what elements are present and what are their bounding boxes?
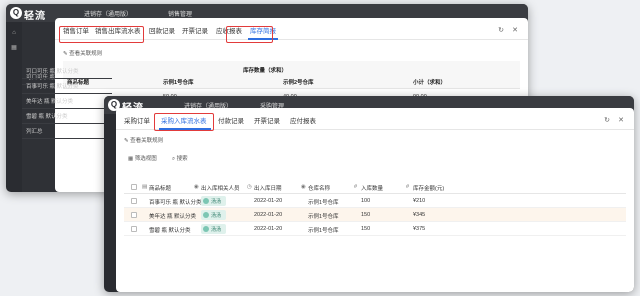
amount-cell: ¥375 <box>413 226 426 232</box>
close-icon[interactable]: ✕ <box>512 26 518 34</box>
person-tag: 汤汤 <box>201 196 226 206</box>
column-header[interactable]: 库存金额(元) <box>413 184 444 192</box>
subtotal-header: 小计（求和） <box>413 80 447 86</box>
member-field-icon: ◉ <box>194 184 199 190</box>
brand-name: 轻流 <box>24 11 46 22</box>
row-checkbox[interactable] <box>131 226 137 232</box>
warehouse-cell: 示例1号仓库 <box>308 200 339 206</box>
select-all-checkbox[interactable] <box>131 184 137 190</box>
sidebar: ⌂ ▦ <box>6 22 22 192</box>
highlight-box <box>59 26 144 43</box>
view-rules-label: 查看关联规则 <box>130 138 164 144</box>
product-cell: 美年达 瓶 默认分类 <box>149 214 197 220</box>
row-checkbox[interactable] <box>131 212 137 218</box>
column-header[interactable]: 商品标题 <box>149 184 171 192</box>
pivot-row: 可口可乐 瓶 默认分类 <box>22 64 112 79</box>
refresh-icon[interactable]: ↻ <box>498 26 504 34</box>
column-header[interactable]: 出入库相关人员 <box>201 184 240 192</box>
quantity-cell: 150 <box>361 212 371 218</box>
warehouse-cell: 示例1号仓库 <box>308 228 339 234</box>
pivot-row: 百事可乐 瓶 默认分类 <box>22 79 112 94</box>
pivot-rows: 可口可乐 瓶 默认分类 百事可乐 瓶 默认分类 美年达 瓶 默认分类 雪碧 瓶 … <box>22 64 112 192</box>
tab-payment-records[interactable]: 回款记录 <box>149 25 175 35</box>
highlight-box <box>154 113 214 131</box>
tab-payment-records[interactable]: 付款记录 <box>218 115 244 125</box>
view-rules-label: 查看关联规则 <box>69 51 103 57</box>
date-cell: 2022-01-20 <box>254 212 283 218</box>
column-header[interactable]: 出入库日期 <box>254 184 282 192</box>
app-logo-icon: Q <box>10 7 22 19</box>
tab-payables[interactable]: 应付报表 <box>290 115 316 125</box>
group-header: 库存数量（求和） <box>243 68 288 74</box>
tab-invoice-records[interactable]: 开票记录 <box>254 115 280 125</box>
warehouse-cell: 示例1号仓库 <box>308 214 339 220</box>
pivot-row: 列汇总 <box>22 124 112 139</box>
filter-view-button[interactable]: ▦ 筛选视图 <box>128 154 157 162</box>
person-name: 汤汤 <box>211 199 222 205</box>
filter-view-label: 筛选视图 <box>134 156 157 162</box>
close-icon[interactable]: ✕ <box>618 116 624 124</box>
view-rules-link[interactable]: ✎ 查看关联规则 <box>124 136 163 144</box>
person-tag: 汤汤 <box>201 224 226 234</box>
quantity-cell: 100 <box>361 198 371 204</box>
avatar <box>203 226 209 232</box>
filter-icon: ▦ <box>128 156 134 162</box>
product-cell: 百事可乐 瓶 默认分类 <box>149 200 202 206</box>
date-cell: 2022-01-20 <box>254 198 283 204</box>
row-checkbox[interactable] <box>131 198 137 204</box>
amount-cell: ¥345 <box>413 212 426 218</box>
amount-cell: ¥210 <box>413 198 426 204</box>
avatar <box>203 198 209 204</box>
table-row[interactable]: 雪碧 瓶 默认分类 汤汤 2022-01-20 示例1号仓库 150 ¥375 <box>124 222 626 236</box>
warehouse1-header: 示例1号仓库 <box>163 80 194 86</box>
home-icon[interactable]: ⌂ <box>6 30 22 36</box>
tab-invoice-records[interactable]: 开票记录 <box>182 25 208 35</box>
pivot-row: 美年达 瓶 默认分类 <box>22 94 112 109</box>
date-field-icon: ◷ <box>247 184 252 190</box>
warehouse2-header: 示例2号仓库 <box>283 80 314 86</box>
text-field-icon: ▤ <box>142 184 148 190</box>
dialog-panel: 采购订单 采购入库流水表 付款记录 开票记录 应付报表 ↻ ✕ ✎ 查看关联规则… <box>116 108 634 292</box>
search-icon: ⌕ <box>172 156 176 162</box>
product-cell: 雪碧 瓶 默认分类 <box>149 228 191 234</box>
view-rules-link[interactable]: ✎ 查看关联规则 <box>63 49 102 57</box>
avatar <box>203 212 209 218</box>
person-tag: 汤汤 <box>201 210 226 220</box>
module-menu[interactable]: 销售管理 <box>168 9 192 18</box>
column-header[interactable]: 入库数量 <box>361 184 383 192</box>
table-header: ▤ 商品标题 ◉ 出入库相关人员 ◷ 出入库日期 ◉ 仓库名称 # 入库数量 #… <box>124 180 626 194</box>
pivot-row: 雪碧 瓶 默认分类 <box>22 109 112 124</box>
table-row[interactable]: 百事可乐 瓶 默认分类 汤汤 2022-01-20 示例1号仓库 100 ¥21… <box>124 194 626 208</box>
select-field-icon: ◉ <box>301 184 306 190</box>
pivot-header: 库存数量（求和） 商品标题 示例1号仓库 示例2号仓库 小计（求和） <box>63 61 520 89</box>
highlight-box <box>226 26 273 43</box>
column-header[interactable]: 仓库名称 <box>308 184 330 192</box>
amount-field-icon: # <box>406 184 410 190</box>
person-name: 汤汤 <box>211 213 222 219</box>
number-field-icon: # <box>354 184 358 190</box>
date-cell: 2022-01-20 <box>254 226 283 232</box>
search-label: 搜索 <box>176 156 188 162</box>
tab-purchase-order[interactable]: 采购订单 <box>124 115 150 125</box>
app-title[interactable]: 进销存（通用版） <box>84 9 132 18</box>
search-button[interactable]: ⌕ 搜索 <box>172 154 188 163</box>
purchase-window: Q 轻流 进销存（通用版） 采购管理 采购订单 采购入库流水表 付款记录 开票记… <box>104 96 634 292</box>
table-row[interactable]: 美年达 瓶 默认分类 汤汤 2022-01-20 示例1号仓库 150 ¥345 <box>124 208 626 222</box>
person-name: 汤汤 <box>211 227 222 233</box>
quantity-cell: 150 <box>361 226 371 232</box>
refresh-icon[interactable]: ↻ <box>604 116 610 124</box>
grid-icon[interactable]: ▦ <box>6 44 22 51</box>
